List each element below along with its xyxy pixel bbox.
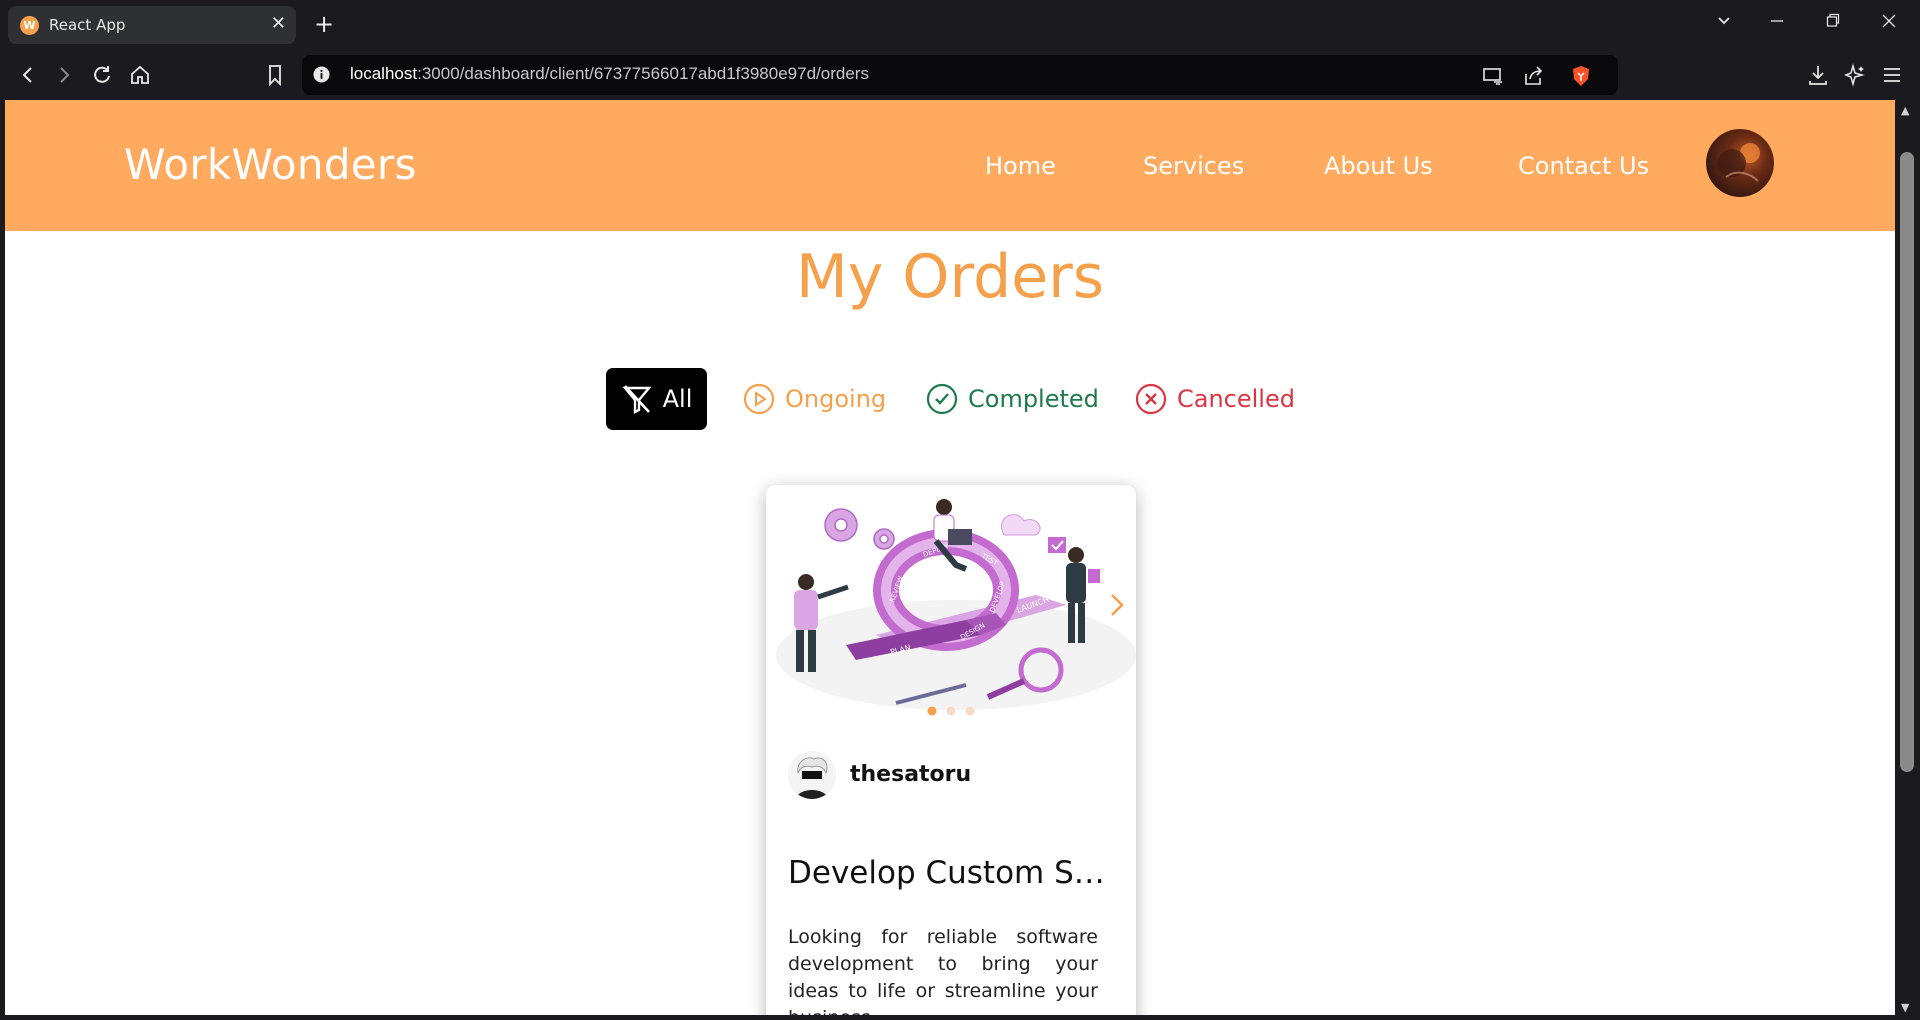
url-text[interactable]: localhost:3000/dashboard/client/67377566… [350, 64, 869, 84]
forward-icon[interactable] [51, 62, 77, 88]
page-title: My Orders [795, 242, 1105, 312]
gear-icon [824, 508, 895, 550]
download-icon[interactable] [1806, 63, 1830, 87]
menu-icon[interactable] [1880, 63, 1904, 87]
cast-icon[interactable] [1482, 65, 1504, 87]
leo-ai-icon[interactable] [1843, 63, 1867, 87]
filter-ongoing-label: Ongoing [785, 385, 887, 413]
bookmark-icon[interactable] [262, 62, 288, 88]
filter-completed-button[interactable]: Completed [926, 368, 1099, 430]
url-host: localhost [350, 64, 418, 83]
order-description: Looking for reliable software developmen… [788, 926, 1098, 1015]
filter-all-button[interactable]: All [606, 368, 707, 430]
order-image-carousel[interactable]: PLAN DESIGN DEVELOP TEST DEPLOY REVIEW L… [766, 485, 1136, 720]
scroll-up-icon[interactable]: ▲ [1901, 104, 1909, 117]
tab-close-icon[interactable]: ✕ [271, 14, 286, 34]
new-tab-button[interactable]: + [314, 10, 334, 38]
browser-tab[interactable]: W React App ✕ [8, 6, 296, 44]
home-icon[interactable] [127, 62, 153, 88]
carousel-next-icon [1111, 594, 1124, 616]
browser-tab-strip: W React App ✕ + [0, 0, 1920, 50]
x-circle-icon [1135, 383, 1167, 415]
restore-icon[interactable] [1826, 12, 1840, 36]
filter-all-label: All [662, 385, 693, 413]
minimize-icon[interactable] [1770, 12, 1784, 36]
address-bar[interactable]: localhost:3000/dashboard/client/67377566… [302, 55, 1618, 95]
profile-avatar[interactable] [1706, 129, 1774, 197]
close-window-icon[interactable] [1882, 12, 1896, 36]
page-viewport: WorkWonders Home Services About Us Conta… [5, 100, 1895, 1015]
page-scrollbar[interactable]: ▲ ▼ [1895, 100, 1920, 1020]
nav-contact-us[interactable]: Contact Us [1518, 152, 1649, 180]
filter-ongoing-button[interactable]: Ongoing [743, 368, 886, 430]
check-circle-icon [926, 383, 958, 415]
scroll-down-icon[interactable]: ▼ [1901, 1001, 1909, 1014]
tab-favicon-icon: W [20, 16, 39, 35]
window-bottom-edge [0, 1015, 1895, 1020]
seller-username[interactable]: thesatoru [850, 762, 971, 787]
reload-icon[interactable] [89, 62, 115, 88]
nav-services[interactable]: Services [1143, 152, 1244, 180]
nav-home[interactable]: Home [985, 152, 1056, 180]
brave-shield-icon[interactable] [1570, 65, 1592, 87]
share-icon[interactable] [1522, 65, 1544, 87]
site-info-icon[interactable] [313, 66, 330, 83]
carousel-dot-1 [927, 706, 937, 716]
seller-avatar[interactable] [788, 751, 836, 799]
filter-off-icon [622, 385, 652, 414]
carousel-dot-3 [965, 706, 975, 716]
browser-toolbar: localhost:3000/dashboard/client/67377566… [0, 50, 1920, 100]
site-header: WorkWonders Home Services About Us Conta… [5, 100, 1895, 231]
carousel-dot-2 [946, 706, 956, 716]
filter-completed-label: Completed [968, 385, 1099, 413]
nav-about-us[interactable]: About Us [1324, 152, 1433, 180]
tab-list-chevron-icon[interactable] [1716, 12, 1732, 36]
brand-logo[interactable]: WorkWonders [124, 140, 417, 189]
filter-cancelled-button[interactable]: Cancelled [1135, 368, 1295, 430]
order-title[interactable]: Develop Custom Soft... [788, 855, 1118, 891]
play-circle-icon [743, 383, 775, 415]
scroll-thumb[interactable] [1900, 152, 1914, 772]
cloud-icon [1001, 514, 1041, 536]
url-path: :3000/dashboard/client/67377566017abd1f3… [417, 64, 869, 83]
tab-title: React App [49, 16, 126, 34]
filter-cancelled-label: Cancelled [1177, 385, 1295, 413]
order-status-filters: All Ongoing Completed Cancelled [606, 368, 1306, 430]
order-card[interactable]: PLAN DESIGN DEVELOP TEST DEPLOY REVIEW L… [766, 485, 1136, 1015]
back-icon[interactable] [15, 62, 41, 88]
